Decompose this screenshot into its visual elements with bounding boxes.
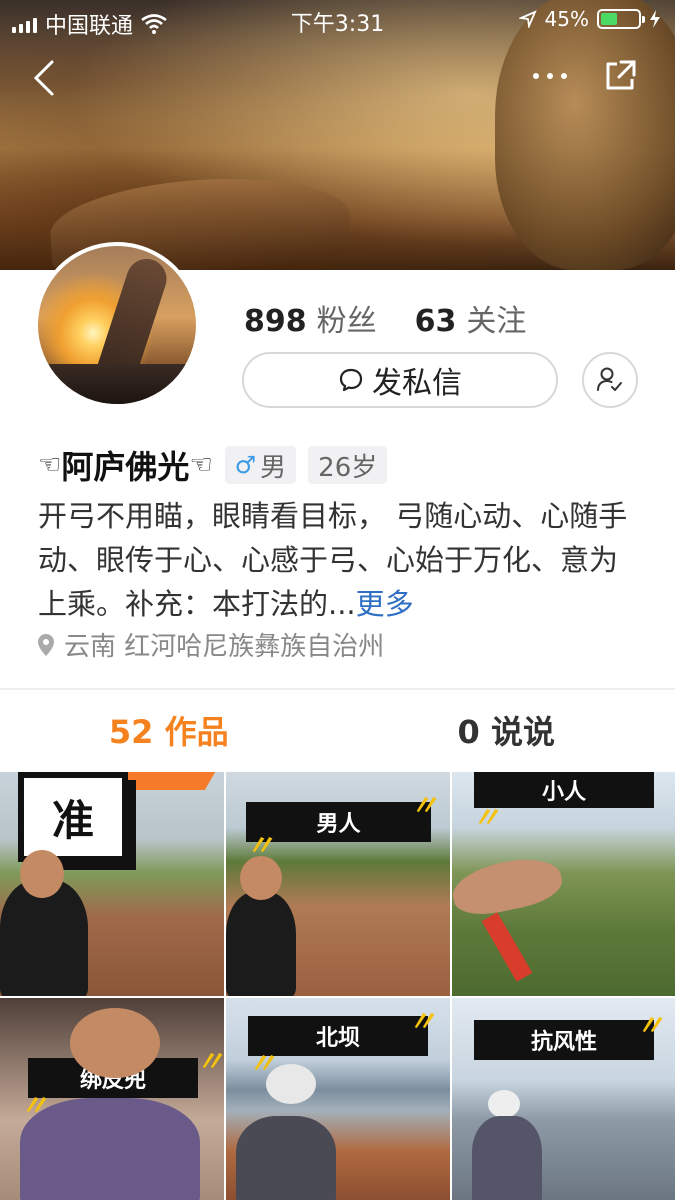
video-thumbnail[interactable]: 绑皮兜 〃 〃 [0, 998, 224, 1200]
user-check-icon [597, 367, 622, 391]
person-figure [472, 1116, 542, 1200]
following-stat[interactable]: 63 关注 [415, 296, 527, 340]
name-row: ☜ 阿庐佛光 ☜ ♂ 男 26岁 [38, 442, 388, 488]
follow-status-button[interactable] [582, 352, 638, 408]
video-thumbnail[interactable]: 小人 〃 [452, 772, 675, 996]
person-cap [488, 1090, 520, 1118]
share-external-icon [606, 60, 636, 90]
location-row: 云南 红河哈尼族彝族自治州 [38, 626, 384, 663]
pointing-hand [452, 851, 566, 921]
back-button[interactable] [28, 58, 62, 98]
status-bar: 中国联通 下午3:31 45% [0, 0, 675, 40]
bio-content: 开弓不用瞄，眼睛看目标， 弓随心动、心随手动、眼传于心、心感于弓、心始于万化、意… [38, 499, 628, 621]
battery-percent: 45% [544, 7, 589, 31]
tab-works[interactable]: 52 作品 [0, 690, 338, 770]
quote-mark-icon: 〃 [410, 789, 439, 822]
thumbnail-title: 小人 [474, 772, 654, 808]
bio-more-link[interactable]: 更多 [356, 587, 414, 621]
avatar-ground [38, 364, 196, 404]
user-name-text: 阿庐佛光 [61, 448, 190, 486]
location-arrow-icon [518, 10, 537, 28]
quote-mark-icon: 〃 [196, 1045, 224, 1078]
send-message-label: 发私信 [372, 366, 462, 401]
send-message-button[interactable]: 发私信 [242, 352, 558, 408]
person-head [70, 1008, 160, 1078]
battery-icon [597, 9, 645, 29]
charging-icon [650, 10, 660, 28]
person-cap [266, 1064, 316, 1104]
following-label: 关注 [466, 304, 527, 339]
person-figure [236, 1116, 336, 1200]
quote-mark-icon: 〃 [408, 1005, 437, 1038]
location-pin-icon [38, 633, 54, 656]
person-figure [226, 892, 296, 996]
chevron-left-icon [33, 60, 54, 96]
profile-cover-image [0, 0, 675, 270]
thumbnail-title: 抗风性 [474, 1020, 654, 1060]
status-right: 45% [518, 7, 661, 31]
person-head [240, 856, 282, 900]
age-tag: 26岁 [308, 446, 388, 484]
profile-tabs: 52 作品 0 说说 [0, 690, 675, 770]
age-label: 26岁 [318, 452, 378, 483]
fans-label: 粉丝 [316, 304, 377, 339]
following-count: 63 [414, 304, 457, 339]
more-dots-icon [533, 73, 567, 79]
tab-moments[interactable]: 0 说说 [338, 690, 675, 770]
quote-mark-icon: 〃 [636, 1009, 665, 1042]
chat-bubble-icon [339, 368, 363, 392]
name-suffix-symbol: ☜ [189, 450, 213, 480]
thumbnail-title: 准 [18, 772, 128, 862]
user-name: ☜ 阿庐佛光 ☜ [38, 442, 213, 488]
male-icon: ♂ [234, 451, 257, 479]
share-button[interactable] [602, 58, 638, 94]
gender-tag: ♂ 男 [224, 446, 297, 484]
profile-stats: 898 粉丝 63 关注 [244, 296, 526, 340]
fans-stat[interactable]: 898 粉丝 [244, 296, 377, 340]
video-thumbnail[interactable]: 北坝 〃 〃 [226, 998, 450, 1200]
location-text: 云南 红河哈尼族彝族自治州 [64, 632, 385, 662]
fans-count: 898 [244, 304, 307, 339]
cover-buddha-figure [495, 0, 675, 270]
person-head [20, 850, 64, 898]
video-thumbnail[interactable]: 准 [0, 772, 224, 996]
slingshot-figure [481, 912, 533, 982]
gender-label: 男 [260, 452, 287, 483]
avatar[interactable] [34, 242, 200, 408]
person-figure [20, 1098, 200, 1200]
video-thumbnail[interactable]: 抗风性 〃 [452, 998, 675, 1200]
name-prefix-symbol: ☜ [38, 450, 62, 480]
quote-mark-icon: 〃 [472, 801, 501, 834]
video-thumbnail[interactable]: 男人 〃 〃 [226, 772, 450, 996]
more-button[interactable] [530, 58, 570, 94]
video-grid: 准 男人 〃 〃 小人 〃 绑皮兜 〃 〃 北坝 〃 〃 抗风性 〃 [0, 772, 675, 1200]
bio-text: 开弓不用瞄，眼睛看目标， 弓随心动、心随手动、眼传于心、心感于弓、心始于万化、意… [38, 494, 638, 626]
